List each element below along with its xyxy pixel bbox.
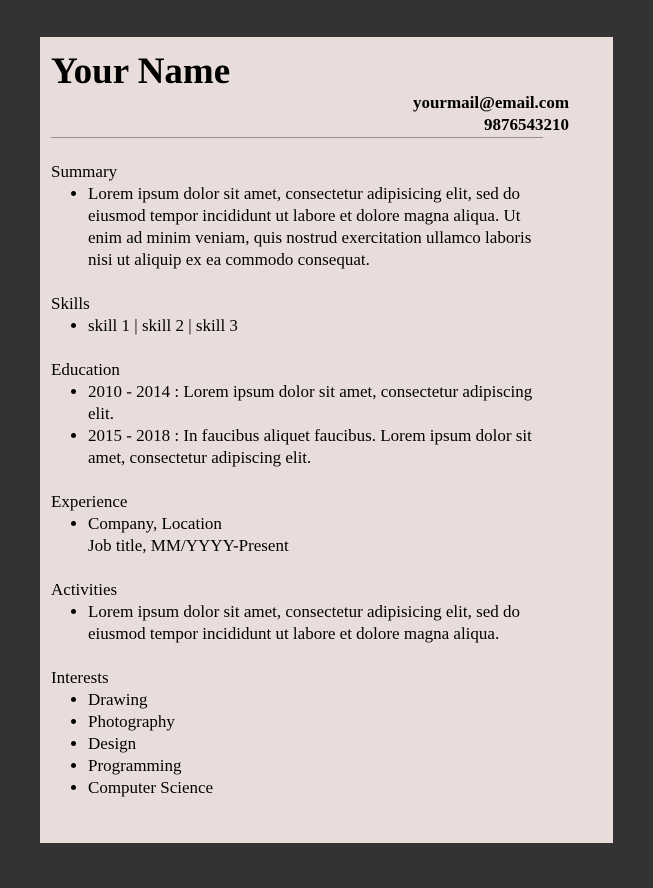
- resume-page: Your Name yourmail@email.com 9876543210 …: [40, 37, 613, 843]
- education-item: 2015 - 2018 : In faucibus aliquet faucib…: [88, 425, 551, 469]
- activities-section: Activities Lorem ipsum dolor sit amet, c…: [51, 579, 551, 645]
- interests-item: Computer Science: [88, 777, 551, 799]
- interests-section: Interests Drawing Photography Design Pro…: [51, 667, 551, 799]
- interests-item: Programming: [88, 755, 551, 777]
- phone-text: 9876543210: [484, 115, 569, 134]
- experience-role: Job title, MM/YYYY-Present: [88, 536, 289, 555]
- header-divider: [51, 137, 543, 138]
- skills-list: skill 1 | skill 2 | skill 3: [51, 315, 551, 337]
- contact-block: yourmail@email.com 9876543210: [51, 92, 569, 136]
- interests-list: Drawing Photography Design Programming C…: [51, 689, 551, 799]
- skills-section: Skills skill 1 | skill 2 | skill 3: [51, 293, 551, 337]
- education-heading: Education: [51, 360, 120, 379]
- education-list: 2010 - 2014 : Lorem ipsum dolor sit amet…: [51, 381, 551, 469]
- email-text: yourmail@email.com: [412, 93, 569, 112]
- interests-item: Design: [88, 733, 551, 755]
- activities-item: Lorem ipsum dolor sit amet, consectetur …: [88, 601, 551, 645]
- interests-item: Photography: [88, 711, 551, 733]
- experience-item: Company, Location Job title, MM/YYYY-Pre…: [88, 513, 551, 557]
- interests-item: Drawing: [88, 689, 551, 711]
- experience-list: Company, Location Job title, MM/YYYY-Pre…: [51, 513, 551, 557]
- experience-company: Company, Location: [88, 514, 222, 533]
- skills-item: skill 1 | skill 2 | skill 3: [88, 315, 551, 337]
- summary-section: Summary Lorem ipsum dolor sit amet, cons…: [51, 161, 551, 271]
- activities-heading: Activities: [51, 580, 118, 599]
- skills-heading: Skills: [51, 294, 90, 313]
- education-section: Education 2010 - 2014 : Lorem ipsum dolo…: [51, 359, 551, 469]
- activities-list: Lorem ipsum dolor sit amet, consectetur …: [51, 601, 551, 645]
- experience-heading: Experience: [51, 492, 128, 511]
- resume-name: Your Name: [51, 51, 231, 92]
- resume-content: Summary Lorem ipsum dolor sit amet, cons…: [51, 161, 551, 799]
- experience-section: Experience Company, Location Job title, …: [51, 491, 551, 557]
- summary-item: Lorem ipsum dolor sit amet, consectetur …: [88, 183, 551, 271]
- summary-heading: Summary: [51, 162, 118, 181]
- interests-heading: Interests: [51, 668, 109, 687]
- summary-list: Lorem ipsum dolor sit amet, consectetur …: [51, 183, 551, 271]
- education-item: 2010 - 2014 : Lorem ipsum dolor sit amet…: [88, 381, 551, 425]
